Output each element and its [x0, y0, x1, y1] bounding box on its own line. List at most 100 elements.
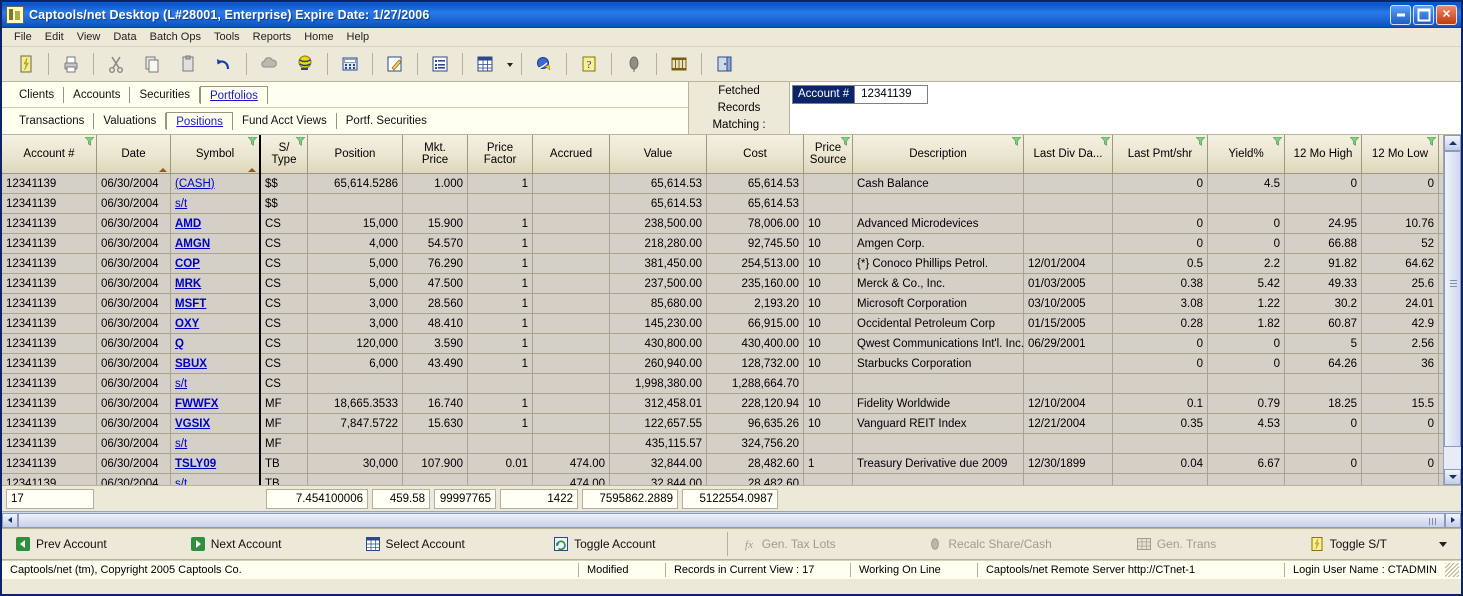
horizontal-scroll-thumb[interactable] — [18, 513, 1445, 528]
filter-funnel-icon[interactable] — [296, 137, 305, 146]
scroll-right-button[interactable] — [1445, 513, 1461, 528]
column-header-price-source[interactable]: PriceSource — [804, 135, 853, 174]
sort-ascending-icon[interactable] — [159, 168, 167, 172]
table-row[interactable]: 1234113906/30/2004s/tTB474.0032,844.0028… — [2, 474, 1461, 486]
symbol-link[interactable]: SBUX — [175, 358, 207, 370]
symbol-cell[interactable]: TSLY09 — [171, 454, 261, 474]
exit-button[interactable] — [706, 50, 742, 78]
tab-positions[interactable]: Positions — [166, 112, 233, 130]
symbol-cell[interactable]: VGSIX — [171, 414, 261, 434]
column-header-value[interactable]: Value — [610, 135, 707, 174]
vertical-scrollbar[interactable] — [1443, 135, 1461, 485]
filter-funnel-icon[interactable] — [248, 137, 257, 146]
column-header-mkt-price[interactable]: Mkt.Price — [403, 135, 468, 174]
account-filter-input[interactable]: 12341139 — [854, 85, 928, 104]
filter-funnel-icon[interactable] — [1427, 137, 1436, 146]
tab-portf-securities[interactable]: Portf. Securities — [337, 113, 436, 129]
symbol-link[interactable]: COP — [175, 258, 200, 270]
filter-funnel-icon[interactable] — [1273, 137, 1282, 146]
menu-item-help[interactable]: Help — [341, 30, 376, 44]
symbol-link[interactable]: MRK — [175, 278, 201, 290]
symbol-link[interactable]: OXY — [175, 318, 199, 330]
symbol-cell[interactable]: Q — [171, 334, 261, 354]
menu-item-reports[interactable]: Reports — [247, 30, 298, 44]
column-header-description[interactable]: Description — [853, 135, 1024, 174]
globe-pin-button[interactable] — [287, 50, 323, 78]
table-row[interactable]: 1234113906/30/2004VGSIXMF7,847.572215.63… — [2, 414, 1461, 434]
symbol-cell[interactable]: MRK — [171, 274, 261, 294]
tab-accounts[interactable]: Accounts — [64, 87, 130, 103]
gen-trans-button[interactable]: Gen. Trans — [1123, 530, 1296, 558]
column-header-cost[interactable]: Cost — [707, 135, 804, 174]
filter-funnel-icon[interactable] — [1350, 137, 1359, 146]
filmstrip-button[interactable] — [661, 50, 697, 78]
symbol-link[interactable]: MSFT — [175, 298, 206, 310]
link-button[interactable] — [526, 50, 562, 78]
symbol-link[interactable]: s/t — [175, 438, 187, 450]
table-row[interactable]: 1234113906/30/2004AMDCS15,00015.9001238,… — [2, 214, 1461, 234]
paste-button[interactable] — [170, 50, 206, 78]
table-row[interactable]: 1234113906/30/2004s/tMF435,115.57324,756… — [2, 434, 1461, 454]
edit-note-button[interactable] — [377, 50, 413, 78]
table-dropdown-button[interactable] — [503, 50, 517, 78]
next-account-button[interactable]: Next Account — [177, 530, 352, 558]
symbol-link[interactable]: AMGN — [175, 238, 210, 250]
prev-account-button[interactable]: Prev Account — [2, 530, 177, 558]
symbol-cell[interactable]: OXY — [171, 314, 261, 334]
column-header-account[interactable]: Account # — [2, 135, 97, 174]
help-button[interactable]: ? — [571, 50, 607, 78]
table-row[interactable]: 1234113906/30/2004MRKCS5,00047.5001237,5… — [2, 274, 1461, 294]
column-header-12-mo-high[interactable]: 12 Mo High — [1285, 135, 1362, 174]
symbol-cell[interactable]: s/t — [171, 374, 261, 394]
new-record-button[interactable] — [8, 50, 44, 78]
filter-funnel-icon[interactable] — [1012, 137, 1021, 146]
toggle-st-button[interactable]: Toggle S/T — [1296, 530, 1461, 558]
symbol-link[interactable]: VGSIX — [175, 418, 210, 430]
menu-item-data[interactable]: Data — [107, 30, 142, 44]
gen-tax-lots-button[interactable]: fx Gen. Tax Lots — [728, 530, 915, 558]
symbol-link[interactable]: Q — [175, 338, 184, 350]
tab-fund-acct-views[interactable]: Fund Acct Views — [233, 113, 337, 129]
column-header-accrued[interactable]: Accrued — [533, 135, 610, 174]
vertical-scroll-thumb[interactable] — [1444, 151, 1461, 447]
table-row[interactable]: 1234113906/30/2004SBUXCS6,00043.4901260,… — [2, 354, 1461, 374]
filter-funnel-icon[interactable] — [1101, 137, 1110, 146]
filter-funnel-icon[interactable] — [1196, 137, 1205, 146]
balloon-button[interactable] — [616, 50, 652, 78]
symbol-link[interactable]: s/t — [175, 478, 187, 486]
tab-portfolios[interactable]: Portfolios — [200, 86, 268, 104]
column-header-price-factor[interactable]: PriceFactor — [468, 135, 533, 174]
symbol-cell[interactable]: s/t — [171, 434, 261, 454]
maximize-button[interactable] — [1413, 5, 1434, 25]
table-row[interactable]: 1234113906/30/2004OXYCS3,00048.4101145,2… — [2, 314, 1461, 334]
menu-item-batch-ops[interactable]: Batch Ops — [144, 30, 207, 44]
symbol-link[interactable]: (CASH) — [175, 178, 215, 190]
symbol-cell[interactable]: (CASH) — [171, 174, 261, 194]
undo-button[interactable] — [206, 50, 242, 78]
tab-transactions[interactable]: Transactions — [10, 113, 94, 129]
horizontal-scrollbar[interactable] — [2, 511, 1461, 528]
column-header-last-pmt-shr[interactable]: Last Pmt/shr — [1113, 135, 1208, 174]
table-row[interactable]: 1234113906/30/2004QCS120,0003.5901430,80… — [2, 334, 1461, 354]
resize-grip[interactable] — [1445, 563, 1459, 577]
symbol-cell[interactable]: s/t — [171, 474, 261, 486]
symbol-link[interactable]: AMD — [175, 218, 201, 230]
column-header-last-div-da[interactable]: Last Div Da... — [1024, 135, 1113, 174]
table-row[interactable]: 1234113906/30/2004(CASH)$$65,614.52861.0… — [2, 174, 1461, 194]
table-row[interactable]: 1234113906/30/2004FWWFXMF18,665.353316.7… — [2, 394, 1461, 414]
menu-item-view[interactable]: View — [71, 30, 107, 44]
symbol-cell[interactable]: SBUX — [171, 354, 261, 374]
table-row[interactable]: 1234113906/30/2004s/tCS1,998,380.001,288… — [2, 374, 1461, 394]
select-account-button[interactable]: Select Account — [352, 530, 541, 558]
column-header-yield[interactable]: Yield% — [1208, 135, 1285, 174]
scroll-left-button[interactable] — [2, 513, 18, 528]
symbol-cell[interactable]: s/t — [171, 194, 261, 214]
column-header-position[interactable]: Position — [308, 135, 403, 174]
scroll-up-button[interactable] — [1444, 135, 1461, 151]
column-header-symbol[interactable]: Symbol — [171, 135, 261, 174]
table-row[interactable]: 1234113906/30/2004MSFTCS3,00028.560185,6… — [2, 294, 1461, 314]
table-button[interactable] — [467, 50, 503, 78]
column-header-s-type[interactable]: S/Type — [260, 135, 308, 174]
symbol-cell[interactable]: COP — [171, 254, 261, 274]
tab-securities[interactable]: Securities — [130, 87, 200, 103]
